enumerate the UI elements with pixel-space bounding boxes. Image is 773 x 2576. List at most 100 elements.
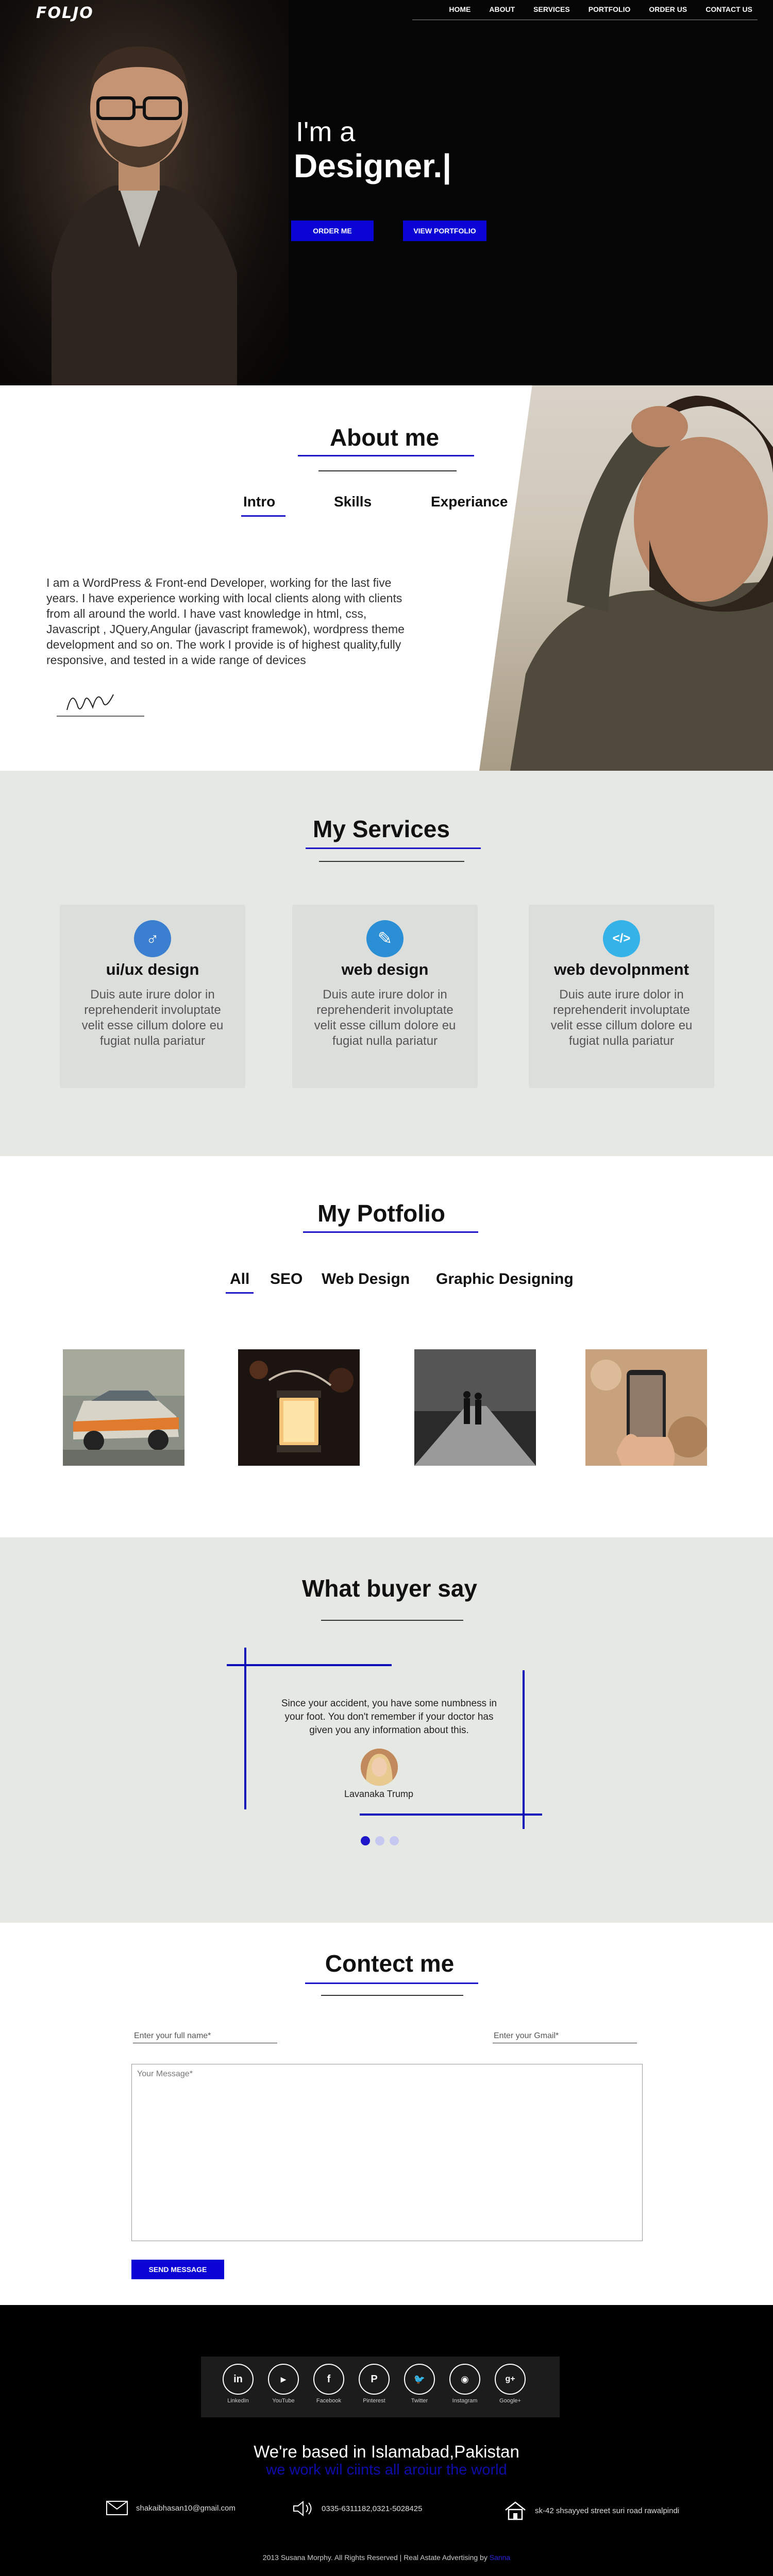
carousel-dot-3[interactable] bbox=[390, 1836, 399, 1845]
nav-home[interactable]: HOME bbox=[449, 5, 470, 13]
tab-experiance[interactable]: Experiance bbox=[431, 494, 508, 510]
service-text: Duis aute irure dolor in reprehenderit i… bbox=[314, 988, 456, 1048]
service-title: web devolpnment bbox=[554, 960, 689, 978]
title-underline-secondary bbox=[321, 1620, 463, 1621]
filter-web-design[interactable]: Web Design bbox=[322, 1270, 410, 1288]
car-photo bbox=[63, 1349, 184, 1466]
contact-title: Contect me bbox=[325, 1950, 455, 1977]
portfolio-item-phone[interactable] bbox=[585, 1349, 707, 1466]
filter-graphic-designing[interactable]: Graphic Designing bbox=[436, 1270, 574, 1288]
frame-line bbox=[227, 1664, 392, 1666]
site-logo[interactable]: FOLJO bbox=[36, 4, 94, 22]
location-subheading: we work wil ciints all aroiur the world bbox=[266, 2462, 507, 2478]
email-field[interactable] bbox=[493, 2029, 637, 2043]
footer-email-text: shakaibhasan10@gmail.com bbox=[136, 2503, 236, 2513]
about-intro-text: I am a WordPress & Front-end Developer, … bbox=[46, 576, 405, 667]
title-underline bbox=[303, 1231, 478, 1233]
testimonials-title: What buyer say bbox=[302, 1575, 477, 1602]
footer-address-text: sk-42 shsayyed street suri road rawalpin… bbox=[535, 2506, 680, 2515]
service-text: Duis aute irure dolor in reprehenderit i… bbox=[550, 988, 693, 1048]
title-underline bbox=[298, 455, 474, 456]
filter-all[interactable]: All bbox=[230, 1270, 249, 1288]
nav-about[interactable]: ABOUT bbox=[489, 5, 515, 13]
carousel-dot-2[interactable] bbox=[375, 1836, 384, 1845]
site-footer: in LinkedIn ▶ YouTube f Facebook P Pinte… bbox=[0, 2305, 773, 2576]
hero-portrait-photo bbox=[0, 0, 289, 385]
portfolio-section: My Potfolio All SEO Web Design Graphic D… bbox=[0, 1156, 773, 1537]
youtube-link[interactable]: ▶ YouTube bbox=[267, 2364, 300, 2404]
copyright-text: 2013 Susana Morphy. All Rights Reserved … bbox=[0, 2553, 773, 2562]
footer-phone[interactable]: 0335-6311182,0321-5028425 bbox=[292, 2501, 422, 2516]
services-title: My Services bbox=[313, 816, 450, 842]
footer-email[interactable]: shakaibhasan10@gmail.com bbox=[106, 2501, 236, 2515]
nav-contact-us[interactable]: CONTACT US bbox=[705, 5, 752, 13]
social-label: Pinterest bbox=[363, 2398, 385, 2404]
footer-phone-text: 0335-6311182,0321-5028425 bbox=[322, 2504, 423, 2513]
instagram-icon: ◉ bbox=[449, 2364, 480, 2395]
service-title: web design bbox=[341, 960, 429, 978]
social-label: Instagram bbox=[452, 2398, 478, 2404]
testimonial-quote: Since your accident, you have some numbn… bbox=[281, 1698, 497, 1736]
main-nav: HOME ABOUT SERVICES PORTFOLIO ORDER US C… bbox=[449, 5, 752, 13]
google-plus-link[interactable]: g+ Google+ bbox=[494, 2364, 527, 2404]
couple-walking-photo bbox=[414, 1349, 536, 1466]
portfolio-item-couple[interactable] bbox=[414, 1349, 536, 1466]
portfolio-item-car[interactable] bbox=[63, 1349, 184, 1466]
nav-services[interactable]: SERVICES bbox=[533, 5, 570, 13]
lantern-photo bbox=[238, 1349, 360, 1466]
filter-seo[interactable]: SEO bbox=[270, 1270, 303, 1288]
signature-image bbox=[57, 694, 144, 717]
social-label: YouTube bbox=[272, 2398, 295, 2404]
frame-line bbox=[523, 1670, 525, 1829]
title-underline-secondary bbox=[319, 861, 464, 862]
nav-order-us[interactable]: ORDER US bbox=[649, 5, 687, 13]
code-icon: </> bbox=[603, 920, 640, 957]
facebook-link[interactable]: f Facebook bbox=[312, 2364, 345, 2404]
hero-section: FOLJO HOME ABOUT SERVICES PORTFOLIO ORDE… bbox=[0, 0, 773, 385]
send-message-button[interactable]: SEND MESSAGE bbox=[131, 2260, 224, 2279]
filter-active-indicator bbox=[226, 1292, 254, 1294]
nav-portfolio[interactable]: PORTFOLIO bbox=[589, 5, 631, 13]
service-card-web-design[interactable]: ✎ web design Duis aute irure dolor in re… bbox=[292, 905, 478, 1088]
view-portfolio-button[interactable]: VIEW PORTFOLIO bbox=[403, 221, 486, 241]
male-symbol-icon: ♂ bbox=[134, 920, 171, 957]
pinterest-icon: P bbox=[359, 2364, 390, 2395]
service-card-web-development[interactable]: </> web devolpnment Duis aute irure dolo… bbox=[529, 905, 714, 1088]
full-name-field[interactable] bbox=[133, 2029, 277, 2043]
avatar-photo bbox=[361, 1749, 398, 1786]
portfolio-item-lantern[interactable] bbox=[238, 1349, 360, 1466]
pinterest-link[interactable]: P Pinterest bbox=[358, 2364, 391, 2404]
linkedin-link[interactable]: in LinkedIn bbox=[222, 2364, 255, 2404]
hero-title: Designer.| bbox=[294, 147, 452, 184]
twitter-icon: 🐦 bbox=[404, 2364, 435, 2395]
linkedin-icon: in bbox=[223, 2364, 254, 2395]
phone-in-hand-photo bbox=[585, 1349, 707, 1466]
footer-address[interactable]: sk-42 shsayyed street suri road rawalpin… bbox=[504, 2501, 679, 2520]
social-label: Facebook bbox=[316, 2398, 342, 2404]
hero-pre-title: I'm a bbox=[296, 116, 356, 147]
title-underline-secondary bbox=[321, 1995, 463, 1996]
title-underline bbox=[306, 848, 481, 849]
hero-person-illustration bbox=[52, 46, 237, 385]
avatar bbox=[361, 1749, 398, 1786]
frame-line bbox=[244, 1648, 246, 1809]
tab-skills[interactable]: Skills bbox=[334, 494, 372, 510]
envelope-icon bbox=[106, 2501, 128, 2515]
service-text: Duis aute irure dolor in reprehenderit i… bbox=[81, 988, 224, 1048]
social-label: Twitter bbox=[411, 2398, 428, 2404]
carousel-dot-1[interactable] bbox=[361, 1836, 370, 1845]
order-me-button[interactable]: ORDER ME bbox=[291, 221, 374, 241]
twitter-link[interactable]: 🐦 Twitter bbox=[403, 2364, 436, 2404]
testimonial-author: Lavanaka Trump bbox=[344, 1789, 414, 1799]
service-card-uiux[interactable]: ♂ ui/ux design Duis aute irure dolor in … bbox=[60, 905, 245, 1088]
instagram-link[interactable]: ◉ Instagram bbox=[448, 2364, 481, 2404]
tab-intro[interactable]: Intro bbox=[243, 494, 275, 510]
house-icon bbox=[505, 2501, 526, 2520]
tab-active-indicator bbox=[241, 515, 285, 517]
testimonials-section: What buyer say Since your accident, you … bbox=[0, 1537, 773, 1923]
location-heading: We're based in Islamabad,Pakistan bbox=[254, 2442, 519, 2461]
google-plus-icon: g+ bbox=[495, 2364, 526, 2395]
copyright-brand-link[interactable]: Sanna bbox=[490, 2553, 510, 2562]
message-field[interactable] bbox=[131, 2064, 643, 2241]
speaker-phone-icon bbox=[293, 2501, 312, 2516]
